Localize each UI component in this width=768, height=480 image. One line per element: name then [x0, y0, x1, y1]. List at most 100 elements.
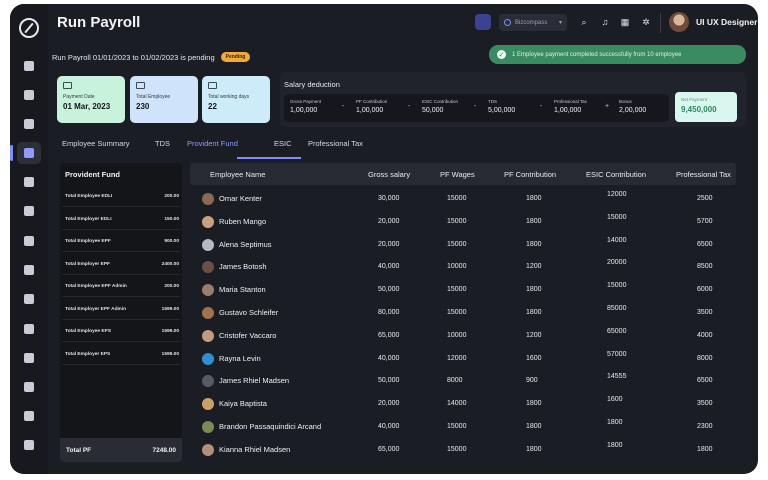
calendar-icon [208, 82, 217, 89]
list-item: Total Employee EDLI 200.00 [65, 194, 179, 199]
employee-name[interactable]: Cristofer Vaccaro [219, 331, 276, 340]
cell-pf-wages: 15000 [447, 445, 467, 453]
employee-name[interactable]: Brandon Passaquindici Arcand [219, 422, 321, 431]
cell-gross: 40,000 [378, 423, 400, 430]
sidebar-item[interactable] [17, 405, 41, 427]
table-row[interactable]: Alena Septimus 20,000 15000 1800 14000 6500 [190, 234, 736, 256]
cell-esic: 65000 [607, 327, 627, 335]
cell-gross: 65,000 [378, 445, 400, 453]
minus-icon: - [474, 103, 477, 110]
employee-name[interactable]: Ruben Mango [219, 217, 266, 226]
sidebar-item[interactable] [17, 200, 41, 222]
table-row[interactable]: Kianna Rhiel Madsen 65,000 15000 1800 1800 18… [190, 439, 736, 461]
pf-row-value: 200.00 [164, 284, 179, 289]
cell-pf: 1200 [526, 263, 542, 271]
company-select[interactable]: Bizcompass ▾ [499, 14, 567, 31]
pf-row-label: Total Employee EPF [65, 239, 111, 244]
cell-ptax: 8500 [697, 263, 713, 271]
table-row[interactable]: James Botosh 40,000 10000 1200 20000 8500 [190, 256, 736, 278]
employee-name[interactable]: Alena Septimus [219, 240, 272, 249]
sidebar-item[interactable] [17, 230, 41, 252]
table-row[interactable]: Gustavo Schleifer 80,000 15000 1800 85000 350… [190, 302, 736, 324]
table-row[interactable]: Brandon Passaquindici Arcand 40,000 15000 1… [190, 416, 736, 438]
avatar[interactable] [669, 12, 689, 32]
sidebar-item[interactable] [17, 318, 41, 340]
employee-name[interactable]: Omar Kenter [219, 194, 262, 203]
tab-employee-summary[interactable]: Employee Summary [62, 139, 130, 148]
stat-label: Total working days [208, 94, 250, 100]
table-row[interactable]: Omar Kenter 30,000 15000 1800 12000 2500 [190, 188, 736, 210]
deduction-item: ESIC Contribution 50,000 [422, 99, 458, 114]
column-header[interactable]: Professional Tax [676, 170, 731, 179]
employee-name[interactable]: Kianna Rhiel Madsen [219, 445, 290, 454]
tab-tds[interactable]: TDS [155, 139, 170, 148]
grid-icon[interactable]: ▦ [620, 17, 630, 27]
sidebar-item[interactable] [17, 171, 41, 193]
sidebar-item[interactable] [17, 55, 41, 77]
provident-fund-title: Provident Fund [65, 170, 120, 179]
cell-pf-wages: 15000 [447, 309, 467, 316]
column-header[interactable]: Gross salary [368, 170, 410, 179]
app-switcher-icon[interactable] [475, 14, 491, 30]
cell-pf-wages: 14000 [447, 400, 467, 408]
cell-ptax: 5700 [697, 217, 713, 225]
tab-provident-fund[interactable]: Provident Fund [187, 139, 238, 148]
row-divider [62, 206, 180, 207]
sidebar-item[interactable] [17, 288, 41, 310]
cell-ptax: 6500 [697, 240, 713, 248]
tab-professional-tax[interactable]: Professional Tax [308, 139, 363, 148]
table-icon [24, 236, 34, 246]
cell-pf-wages: 10000 [447, 331, 467, 339]
pending-text: Run Payroll 01/01/2023 to 01/02/2023 is … [52, 52, 215, 62]
sidebar-item[interactable] [10, 142, 41, 164]
deduction-label: PF Contribution [356, 99, 388, 104]
pf-row-value: 1599.00 [161, 351, 179, 357]
employee-name[interactable]: Gustavo Schleifer [219, 308, 278, 317]
compass-logo-icon[interactable] [19, 18, 39, 38]
check-icon: ✓ [497, 50, 506, 59]
employee-name[interactable]: Rayna Levin [219, 354, 261, 363]
employee-name[interactable]: Kaiya Baptista [219, 399, 267, 408]
table-row[interactable]: Rayna Levin 40,000 12000 1600 57000 8000 [190, 348, 736, 370]
deduction-value: 50,000 [422, 107, 444, 114]
sidebar-item[interactable] [17, 347, 41, 369]
cell-pf-wages: 15000 [447, 240, 467, 248]
row-divider [62, 251, 180, 252]
deduction-value: 2,00,000 [619, 107, 647, 114]
table-row[interactable]: Ruben Mango 20,000 15000 1800 15000 5700 [190, 211, 736, 233]
plus-icon: + [605, 103, 610, 110]
sidebar-item[interactable] [17, 434, 41, 456]
column-header[interactable]: PF Contribution [504, 170, 556, 179]
column-header[interactable]: PF Wages [440, 170, 475, 179]
stat-label: Total Employee [136, 94, 171, 100]
sidebar-item[interactable] [17, 84, 41, 106]
table-row[interactable]: James Rhiel Madsen 50,000 8000 900 14555 6500 [190, 370, 736, 392]
employee-name[interactable]: James Rhiel Madsen [219, 376, 289, 385]
employee-name[interactable]: Maria Stanton [219, 285, 266, 294]
bell-icon[interactable]: ♫ [600, 17, 610, 27]
cell-pf: 900 [526, 377, 538, 385]
search-icon[interactable]: ⌕ [579, 17, 589, 27]
sidebar-item[interactable] [17, 259, 41, 281]
salary-deduction-panel: Salary deduction Gross Payment 1,00,000 PF… [280, 72, 747, 127]
table-row[interactable]: Maria Stanton 50,000 15000 1800 15000 6000 [190, 279, 736, 301]
tab-esic[interactable]: ESIC [274, 139, 292, 148]
row-divider [62, 341, 180, 342]
sidebar-item[interactable] [17, 376, 41, 398]
logout-icon [24, 440, 34, 450]
table-row[interactable]: Cristofer Vaccaro 65,000 10000 1200 65000 400… [190, 325, 736, 347]
sidebar-item[interactable] [17, 113, 41, 135]
minus-icon: - [408, 103, 411, 110]
column-header[interactable]: Employee Name [210, 170, 265, 179]
stat-value: 01 Mar, 2023 [63, 102, 111, 111]
deduction-item: Professional Tax 1,00,000 [554, 99, 587, 114]
avatar [202, 238, 214, 251]
employee-name[interactable]: James Botosh [219, 262, 267, 271]
table-row[interactable]: Kaiya Baptista 20,000 14000 1800 1600 3500 [190, 393, 736, 415]
user-settings-icon [24, 206, 34, 216]
net-payment-value: 9,450,000 [681, 105, 717, 114]
cell-pf: 1800 [526, 217, 542, 225]
column-header[interactable]: ESIC Contribution [586, 170, 646, 179]
gear-icon[interactable]: ✲ [641, 17, 651, 27]
user-name[interactable]: UI UX Designer [696, 17, 757, 27]
